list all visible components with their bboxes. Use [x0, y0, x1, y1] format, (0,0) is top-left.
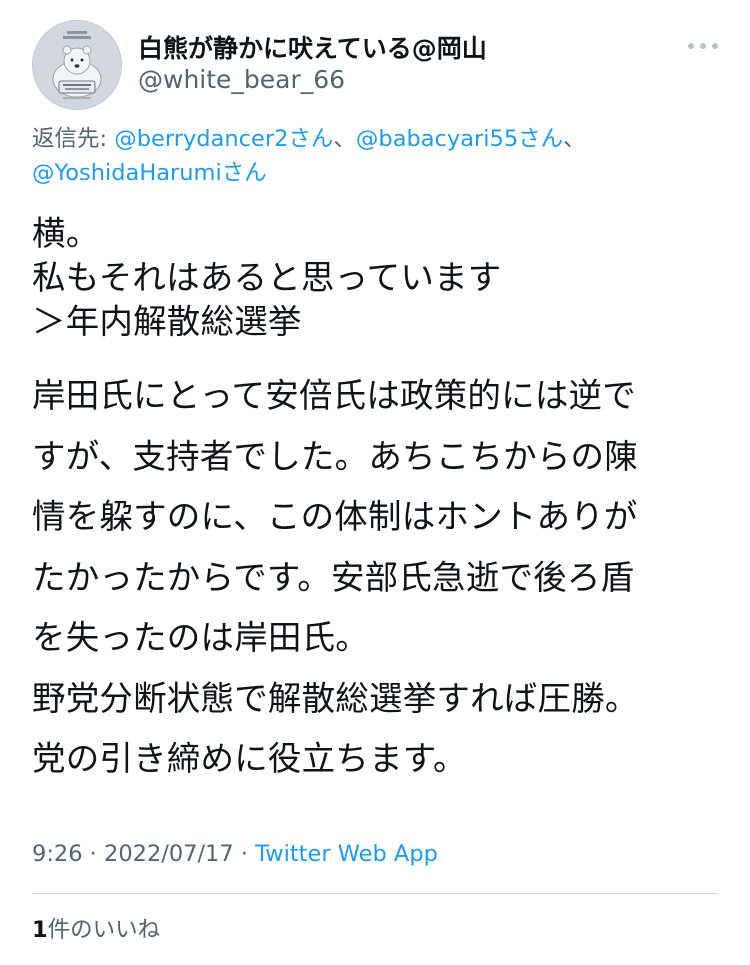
avatar[interactable]	[32, 20, 122, 110]
tweet-line: たかったからです。安部氏急逝で後ろ盾	[32, 557, 635, 597]
more-horizontal-icon[interactable]	[686, 40, 720, 52]
tweet-line: 横。	[32, 214, 100, 253]
tweet-date[interactable]: 2022/07/17	[104, 841, 234, 867]
meta-separator: ·	[233, 841, 256, 867]
tweet-source-link[interactable]: Twitter Web App	[255, 841, 438, 867]
likes-count: 1	[32, 917, 48, 943]
reply-to: 返信先: @berrydancer2さん、@babacyari55さん、 @Yos…	[32, 122, 722, 190]
reply-to-prefix: 返信先:	[32, 126, 115, 152]
polar-bear-avatar-image	[33, 21, 121, 109]
tweet-line: 私もそれはあると思っています	[32, 258, 502, 297]
likes-link[interactable]: 1件のいいね	[32, 914, 160, 946]
mention-separator: 、	[563, 126, 586, 152]
mention-separator: 、	[333, 126, 356, 152]
mention-link[interactable]: @YoshidaHarumiさん	[32, 160, 267, 186]
tweet-line: ＞年内解散総選挙	[32, 302, 302, 341]
tweet-paragraph: 横。 私もそれはあると思っています ＞年内解散総選挙	[32, 212, 722, 344]
tweet-line: 情を躱すのに、この体制はホントありが	[32, 497, 638, 536]
tweet-line: 党の引き締めに役立ちます。	[32, 739, 467, 778]
tweet-meta: 9:26 · 2022/07/17 · Twitter Web App	[32, 838, 438, 870]
tweet-paragraph: 岸田氏にとって安倍氏は政策的には逆で すが、支持者でした。あちこちからの陳 情を…	[32, 366, 722, 790]
author-names: 白熊が静かに吠えている@岡山 @white_bear_66	[138, 34, 487, 96]
tweet-line: すが、支持者でした。あちこちからの陳	[32, 436, 638, 476]
tweet-time[interactable]: 9:26	[32, 841, 83, 867]
mention-link[interactable]: @babacyari55さん	[356, 126, 563, 152]
tweet-line: 野党分断状態で解散総選挙すれば圧勝。	[32, 678, 639, 718]
handle[interactable]: @white_bear_66	[138, 64, 487, 96]
divider	[32, 893, 718, 894]
mention-link[interactable]: @berrydancer2さん	[114, 126, 333, 152]
likes-label: 件のいいね	[47, 917, 161, 943]
tweet-line: を失ったのは岸田氏。	[32, 618, 369, 657]
display-name[interactable]: 白熊が静かに吠えている@岡山	[138, 34, 487, 64]
tweet-line: 岸田氏にとって安倍氏は政策的には逆で	[32, 376, 636, 415]
tweet-header: 白熊が静かに吠えている@岡山 @white_bear_66	[32, 20, 722, 110]
meta-separator: ·	[82, 841, 104, 867]
tweet-text: 横。 私もそれはあると思っています ＞年内解散総選挙 岸田氏にとって安倍氏は政策…	[32, 212, 722, 790]
